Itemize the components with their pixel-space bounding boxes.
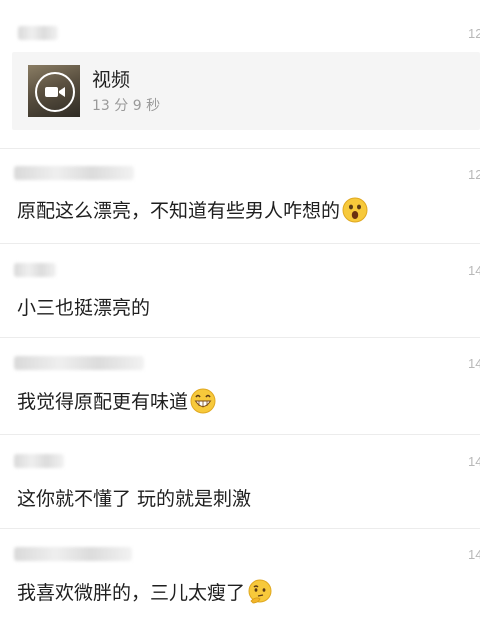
top-timestamp: 12 (468, 26, 480, 41)
comment-text: 小三也挺漂亮的 (17, 293, 150, 320)
comment-text: 我喜欢微胖的，三儿太瘦了 (17, 578, 273, 605)
username-blurred (14, 356, 144, 370)
comment-text: 我觉得原配更有味道 (17, 387, 216, 414)
divider (0, 148, 480, 149)
comment-timestamp: 14 (468, 263, 480, 278)
video-thumbnail[interactable] (28, 65, 80, 117)
divider (0, 337, 480, 338)
comment-timestamp: 14 (468, 356, 480, 371)
video-attachment-card[interactable]: 视频 13 分 9 秒 (12, 52, 480, 130)
top-username-blurred (18, 26, 58, 40)
video-duration: 13 分 9 秒 (92, 98, 161, 114)
username-blurred (14, 166, 134, 180)
comment-text-content: 小三也挺漂亮的 (17, 297, 151, 319)
grinning-face-icon (190, 388, 216, 413)
comment-text-content: 这你就不懂了 玩的就是刺激 (17, 488, 252, 510)
divider (0, 434, 480, 435)
video-camera-icon (35, 72, 75, 112)
video-title: 视频 (92, 69, 131, 91)
username-blurred (14, 454, 64, 468)
comment-timestamp: 14 (468, 547, 480, 562)
comment-timestamp: 14 (468, 454, 480, 469)
comment-timestamp: 12 (468, 167, 480, 182)
divider (0, 243, 480, 244)
comment-text: 原配这么漂亮，不知道有些男人咋想的 (17, 196, 368, 223)
divider (0, 528, 480, 529)
comment-text-content: 我觉得原配更有味道 (17, 391, 189, 413)
comment-text-content: 原配这么漂亮，不知道有些男人咋想的 (17, 200, 341, 222)
comment-text: 这你就不懂了 玩的就是刺激 (17, 484, 251, 511)
thinking-face-icon (248, 579, 272, 603)
comment-text-content: 我喜欢微胖的，三儿太瘦了 (17, 582, 246, 604)
username-blurred (14, 547, 132, 561)
surprised-face-icon (342, 197, 368, 222)
username-blurred (14, 263, 56, 277)
